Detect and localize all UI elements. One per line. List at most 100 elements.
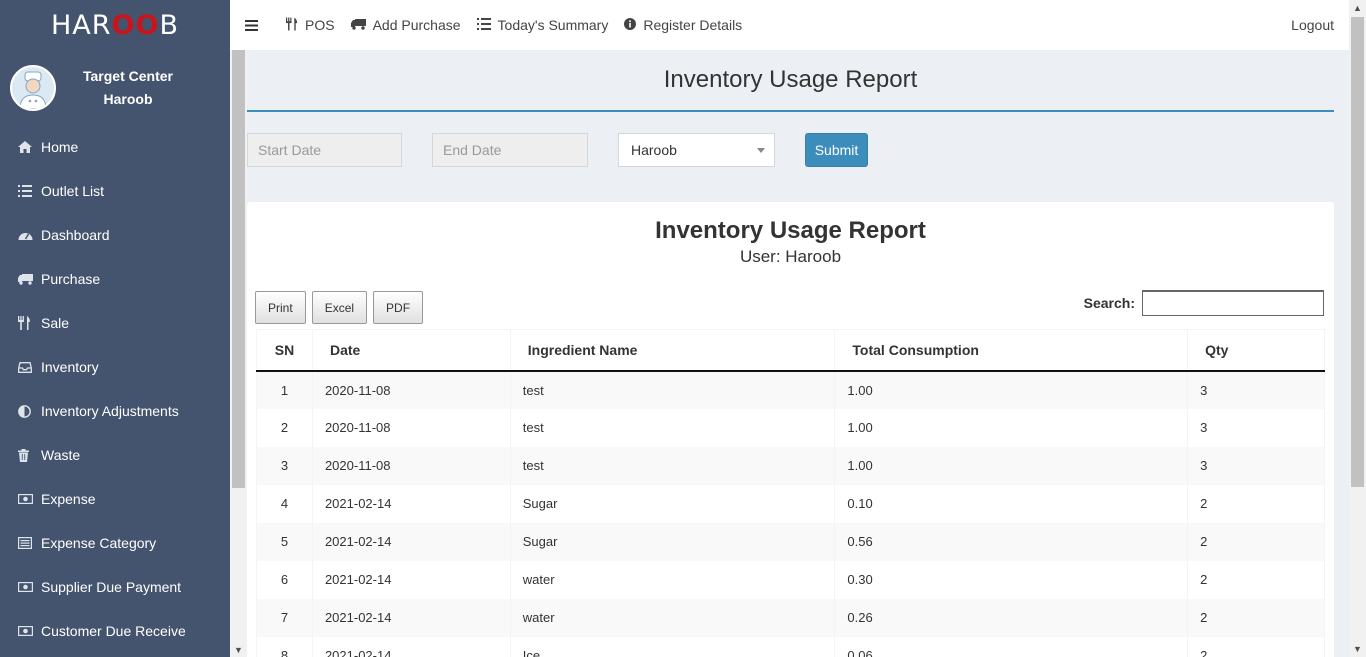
cell-date: 2020-11-08 (311, 370, 511, 409)
cell-consumption: 1.00 (834, 446, 1188, 485)
scroll-down-arrow-icon[interactable]: ▼ (234, 645, 243, 655)
table-row: 5 2021-02-14 Sugar 0.56 2 (256, 522, 1325, 561)
chef-avatar-icon (12, 66, 54, 109)
column-header-date[interactable]: Date (311, 329, 511, 372)
outlet-name: Target Center (83, 67, 173, 84)
table-row: 8 2021-02-14 Ice 0.06 2 (256, 636, 1325, 657)
report-subtitle: User: Haroob (739, 247, 842, 266)
list-icon (476, 17, 491, 33)
page-title: Inventory Usage Report (663, 66, 918, 93)
sidebar-item-supplier-due-payment[interactable]: Supplier Due Payment (0, 565, 230, 609)
cell-sn: 6 (256, 560, 313, 599)
filter-form: Start Date End Date Haroob Submit (247, 112, 1349, 198)
table-row: 3 2020-11-08 test 1.00 3 (256, 446, 1325, 485)
sidebar-menu: Home Outlet List Dashboard Purchase Sale… (0, 125, 230, 653)
cell-ingredient: test (509, 370, 835, 409)
truck-icon (350, 18, 366, 33)
column-header-sn[interactable]: SN (256, 329, 313, 372)
cell-sn: 3 (256, 446, 313, 485)
cell-date: 2020-11-08 (311, 446, 511, 485)
sidebar-item-inventory[interactable]: Inventory (0, 345, 230, 389)
money-icon (18, 582, 41, 592)
print-button[interactable]: Print (255, 291, 306, 324)
truck-icon (18, 273, 41, 285)
cell-qty: 2 (1187, 598, 1325, 637)
cell-consumption: 1.00 (834, 408, 1188, 447)
sidebar-item-inventory-adjustments[interactable]: Inventory Adjustments (0, 389, 230, 433)
sidebar-item-label: Customer Due Receive (41, 623, 186, 639)
table-row: 6 2021-02-14 water 0.30 2 (256, 560, 1325, 599)
sidebar-item-sale[interactable]: Sale (0, 301, 230, 345)
content-scrollbar[interactable]: ▼ (230, 50, 247, 657)
cell-date: 2021-02-14 (311, 598, 511, 637)
sidebar-item-expense-category[interactable]: Expense Category (0, 521, 230, 565)
start-date-input[interactable]: Start Date (247, 133, 402, 167)
sidebar-item-home[interactable]: Home (0, 125, 230, 169)
nav-add-purchase[interactable]: Add Purchase (350, 17, 461, 33)
sidebar-item-purchase[interactable]: Purchase (0, 257, 230, 301)
nav-todays-summary[interactable]: Today's Summary (476, 17, 608, 33)
cell-qty: 3 (1187, 370, 1325, 409)
cell-qty: 3 (1187, 446, 1325, 485)
page-scrollbar[interactable]: ▲ ▼ (1349, 0, 1366, 657)
content-scrollbar-thumb[interactable] (232, 50, 245, 488)
table-row: 7 2021-02-14 water 0.26 2 (256, 598, 1325, 637)
sidebar-item-waste[interactable]: Waste (0, 433, 230, 477)
sidebar-item-outlet-list[interactable]: Outlet List (0, 169, 230, 213)
page-header: Inventory Usage Report (247, 50, 1334, 112)
cell-date: 2021-02-14 (311, 560, 511, 599)
cell-consumption: 0.06 (834, 636, 1188, 657)
logout-link[interactable]: Logout (1291, 17, 1334, 33)
menu-toggle-icon[interactable] (230, 19, 272, 31)
cell-sn: 2 (256, 408, 313, 447)
adjust-icon (18, 404, 41, 418)
trash-icon (18, 448, 41, 462)
money-icon (18, 626, 41, 636)
cell-sn: 5 (256, 522, 313, 561)
pdf-button[interactable]: PDF (373, 291, 424, 324)
sidebar-item-label: Supplier Due Payment (41, 579, 182, 595)
cutlery-icon (18, 316, 41, 330)
list-icon (18, 185, 41, 197)
column-header-total-consumption[interactable]: Total Consumption (834, 329, 1188, 372)
page-scrollbar-thumb[interactable] (1351, 17, 1364, 487)
sidebar-item-label: Purchase (41, 271, 101, 287)
user-select-value: Haroob (631, 142, 677, 158)
info-circle-icon (624, 17, 637, 33)
end-date-input[interactable]: End Date (432, 133, 588, 167)
sidebar-item-expense[interactable]: Expense (0, 477, 230, 521)
cell-date: 2021-02-14 (311, 636, 511, 657)
cell-consumption: 0.26 (834, 598, 1188, 637)
nav-pos[interactable]: POS (286, 17, 335, 34)
nav-register-details-label: Register Details (643, 17, 743, 33)
sidebar-item-label: Home (41, 139, 79, 155)
cell-consumption: 1.00 (834, 370, 1188, 409)
cell-sn: 1 (256, 370, 313, 409)
column-header-ingredient-name[interactable]: Ingredient Name (509, 329, 835, 372)
list-alt-icon (18, 537, 41, 549)
submit-button[interactable]: Submit (805, 133, 868, 167)
sidebar-item-label: Inventory Adjustments (41, 403, 179, 419)
nav-register-details[interactable]: Register Details (624, 17, 742, 33)
sidebar-item-label: Inventory (41, 359, 99, 375)
cell-sn: 4 (256, 484, 313, 523)
cell-qty: 2 (1187, 560, 1325, 599)
report-title: Inventory Usage Report (655, 217, 926, 244)
scroll-down-arrow-icon[interactable]: ▼ (1353, 644, 1362, 654)
scroll-up-arrow-icon[interactable]: ▲ (1353, 3, 1362, 13)
sidebar-item-label: Dashboard (41, 227, 110, 243)
sidebar-item-dashboard[interactable]: Dashboard (0, 213, 230, 257)
cell-qty: 2 (1187, 484, 1325, 523)
avatar (10, 64, 56, 111)
home-icon (18, 141, 41, 153)
column-header-qty[interactable]: Qty (1187, 329, 1325, 372)
table-row: 4 2021-02-14 Sugar 0.10 2 (256, 484, 1325, 523)
cell-consumption: 0.30 (834, 560, 1188, 599)
search-input[interactable] (1142, 290, 1324, 316)
user-select[interactable]: Haroob (618, 133, 775, 167)
excel-button[interactable]: Excel (311, 291, 368, 324)
cell-ingredient: test (509, 446, 835, 485)
logo[interactable]: HAROOB (0, 0, 230, 50)
sidebar-item-customer-due-receive[interactable]: Customer Due Receive (0, 609, 230, 653)
main-content: Inventory Usage Report Start Date End Da… (247, 50, 1349, 657)
